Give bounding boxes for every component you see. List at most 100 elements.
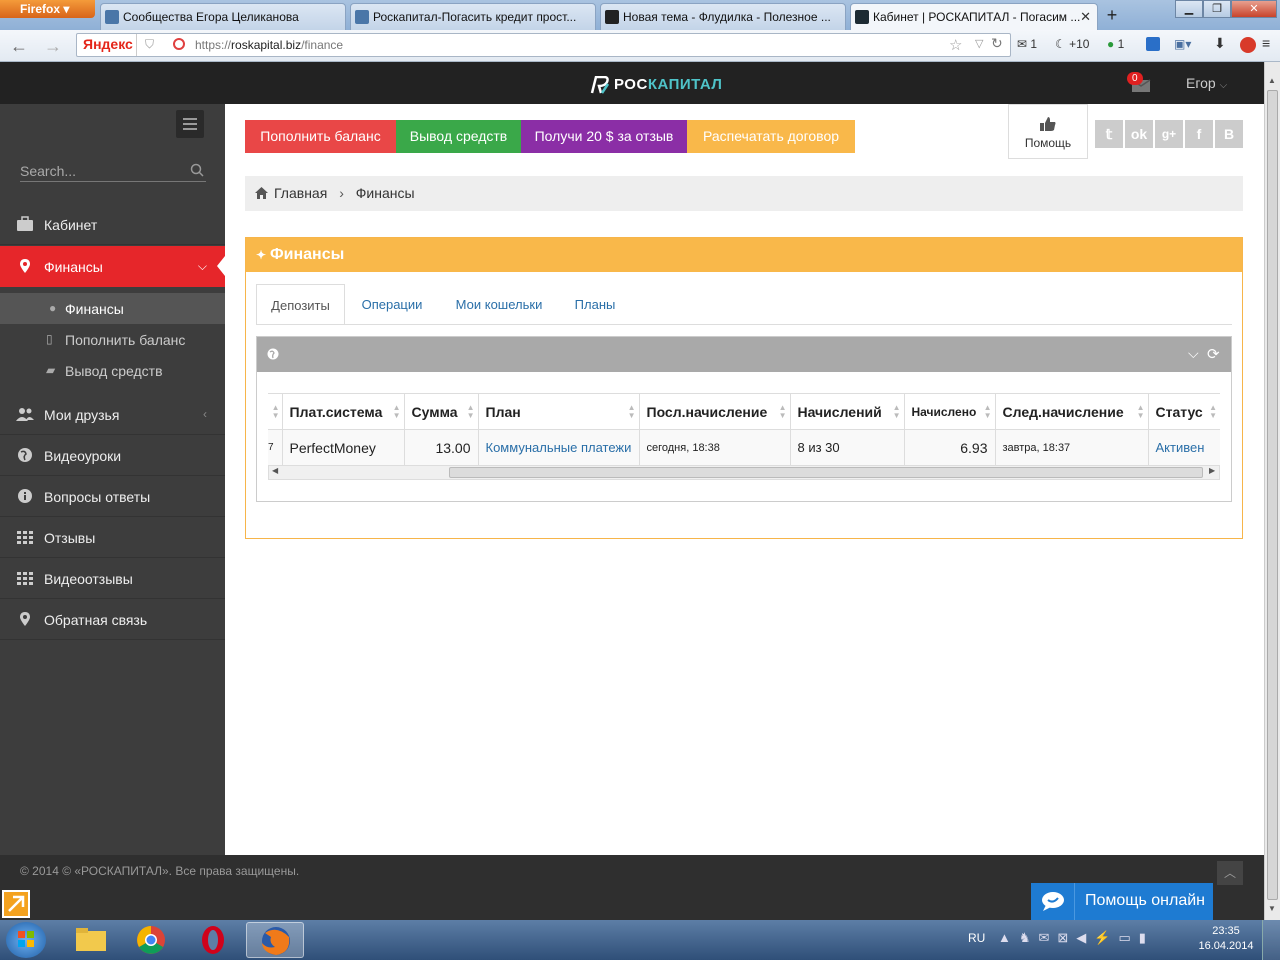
facebook-icon[interactable]: f xyxy=(1185,120,1213,148)
print-contract-button[interactable]: Распечатать договор xyxy=(687,120,855,153)
scroll-up-arrow-icon[interactable]: ▲ xyxy=(1268,76,1276,85)
panel-header: ✦ Финансы xyxy=(246,238,1242,272)
scrollbar-thumb[interactable] xyxy=(449,467,1203,478)
column-header-plan[interactable]: План ▲ ▼ xyxy=(477,393,640,430)
firefox-menu-button[interactable]: Firefox ▾ xyxy=(0,0,95,18)
back-arrow-icon[interactable]: ← xyxy=(10,36,28,57)
column-header-accruals-count[interactable]: Начислений ▲ ▼ xyxy=(789,393,905,430)
scroll-left-arrow-icon[interactable]: ◀ xyxy=(272,466,278,475)
sidebar-toggle-button[interactable] xyxy=(176,110,204,138)
cell-accruals-count: 8 из 30 xyxy=(789,429,905,466)
scroll-right-arrow-icon[interactable]: ▶ xyxy=(1209,466,1215,475)
user-menu[interactable]: Егор ⌵ xyxy=(1186,75,1227,91)
weather-icon[interactable]: ☾ +10 xyxy=(1055,37,1089,51)
downloads-icon[interactable]: ⬇ xyxy=(1214,35,1226,52)
close-window-button[interactable]: ✕ xyxy=(1231,0,1277,18)
address-bar[interactable]: Яндекс ⛉ https://roskapital.biz/finance … xyxy=(76,33,1011,57)
site-logo[interactable]: РОСКАПИТАЛ xyxy=(590,76,722,94)
notification-count-badge: 0 xyxy=(1127,72,1143,85)
firefox-taskbar-icon[interactable] xyxy=(246,922,304,958)
sidebar-item-label: Вопросы ответы xyxy=(44,489,151,505)
collapse-chevron-icon[interactable]: ⌵ xyxy=(1188,345,1199,362)
scrollbar-thumb[interactable] xyxy=(1267,90,1278,900)
scroll-to-top-button[interactable]: ︿ xyxy=(1217,861,1243,885)
opera-taskbar-icon[interactable] xyxy=(184,922,242,958)
column-header-amount[interactable]: Сумма ▲ ▼ xyxy=(403,393,479,430)
sidebar-subitem-topup[interactable]: ▯ Пополнить баланс xyxy=(0,324,225,355)
tab-plans[interactable]: Планы xyxy=(564,284,626,325)
sort-icon: ▲ ▼ xyxy=(466,403,475,420)
logo-text-part2: КАПИТАЛ xyxy=(647,76,723,93)
twitter-icon[interactable]: 𝕥 xyxy=(1095,120,1123,148)
page-vertical-scrollbar[interactable]: ▲ ▼ xyxy=(1264,62,1280,920)
help-online-button[interactable]: Помощь онлайн xyxy=(1031,883,1213,920)
system-clock[interactable]: 23:35 16.04.2014 xyxy=(1196,924,1256,954)
copyright-text: © 2014 © «РОСКАПИТАЛ». Все права защищен… xyxy=(20,864,300,878)
tab-operations[interactable]: Операции xyxy=(352,284,432,325)
sidebar-item-reviews[interactable]: Отзывы xyxy=(0,517,225,558)
review-bonus-button[interactable]: Получи 20 $ за отзыв xyxy=(521,120,687,153)
extension-badge-icon[interactable]: ● 1 xyxy=(1107,37,1124,51)
menu-icon[interactable]: ≡ xyxy=(1262,35,1270,51)
odnoklassniki-icon[interactable]: ok xyxy=(1125,120,1153,148)
sidebar-item-cabinet[interactable]: Кабинет xyxy=(0,204,225,245)
system-tray-icons[interactable]: ▲♞✉⊠◀⚡▭▮ xyxy=(998,930,1154,946)
column-header-last-accrual[interactable]: Посл.начисление ▲ ▼ xyxy=(638,393,791,430)
column-header-status[interactable]: Статус ▲ ▼ xyxy=(1147,393,1220,430)
sort-icon: ▲ ▼ xyxy=(627,403,636,420)
sidebar-item-label: Мои друзья xyxy=(44,407,120,423)
maximize-window-button[interactable]: ❐ xyxy=(1203,0,1231,18)
search-icon[interactable] xyxy=(190,163,204,177)
browser-tab-1[interactable]: Сообщества Егора Целиканова xyxy=(100,3,346,30)
bookmarks-icon[interactable]: ▣▾ xyxy=(1174,37,1191,51)
bookmark-star-icon[interactable]: ☆ xyxy=(949,36,962,54)
dropdown-icon[interactable]: ▽ xyxy=(975,37,983,50)
help-button[interactable]: Помощь xyxy=(1008,104,1088,159)
sidebar-item-finance[interactable]: Финансы ⌵ xyxy=(0,246,225,287)
adblock-icon[interactable] xyxy=(1240,37,1256,53)
sidebar-subitem-withdraw[interactable]: ▰ Вывод средств xyxy=(0,355,225,386)
column-header-accrued[interactable]: Начислено ▲ ▼ xyxy=(903,393,996,430)
resize-corner-icon[interactable] xyxy=(2,890,30,918)
sidebar-item-videolessons[interactable]: Видеоуроки xyxy=(0,435,225,476)
show-desktop-button[interactable] xyxy=(1262,920,1280,960)
skype-icon[interactable] xyxy=(1146,37,1160,51)
sidebar-subitem-finance[interactable]: ● Финансы xyxy=(0,293,225,324)
start-button[interactable] xyxy=(6,922,46,958)
vk-icon[interactable]: B xyxy=(1215,120,1243,148)
tab-deposits[interactable]: Депозиты xyxy=(256,284,345,325)
topup-button[interactable]: Пополнить баланс xyxy=(245,120,396,153)
withdraw-button[interactable]: Вывод средств xyxy=(396,120,521,153)
sidebar-item-feedback[interactable]: Обратная связь xyxy=(0,599,225,640)
forward-arrow-icon[interactable]: → xyxy=(44,36,62,57)
scroll-down-arrow-icon[interactable]: ▼ xyxy=(1268,904,1276,913)
cell-plan-link[interactable]: Коммунальные платежи xyxy=(477,429,640,466)
column-header-system[interactable]: Плат.система ▲ ▼ xyxy=(281,393,405,430)
sidebar-item-friends[interactable]: Мои друзья ‹ xyxy=(0,394,225,435)
cell-accrued: 6.93 xyxy=(903,429,996,466)
breadcrumb-home-link[interactable]: Главная xyxy=(274,185,327,201)
url-path: /finance xyxy=(301,38,344,52)
close-tab-icon[interactable]: ✕ xyxy=(1080,9,1091,25)
table-row[interactable]: 7 PerfectMoney 13.00 Коммунальные платеж… xyxy=(268,429,1220,466)
explorer-taskbar-icon[interactable] xyxy=(62,922,120,958)
mail-icon[interactable]: ✉ 1 xyxy=(1017,37,1037,51)
chrome-taskbar-icon[interactable] xyxy=(122,922,180,958)
language-indicator[interactable]: RU xyxy=(968,931,985,945)
reload-icon[interactable]: ↻ xyxy=(991,35,1003,52)
new-tab-button[interactable]: + xyxy=(1100,4,1124,28)
site-identity-icon[interactable] xyxy=(173,38,185,50)
browser-tab-3[interactable]: Новая тема - Флудилка - Полезное ... xyxy=(600,3,846,30)
breadcrumb-separator-icon: › xyxy=(339,185,344,201)
google-plus-icon[interactable]: g+ xyxy=(1155,120,1183,148)
table-horizontal-scrollbar[interactable]: ◀ ▶ xyxy=(268,465,1220,480)
browser-tab-4-active[interactable]: Кабинет | РОСКАПИТАЛ - Погасим ... ✕ xyxy=(850,3,1098,31)
sidebar-search-input[interactable]: Search... xyxy=(20,158,206,182)
sidebar-item-faq[interactable]: Вопросы ответы xyxy=(0,476,225,517)
tab-wallets[interactable]: Мои кошельки xyxy=(444,284,554,325)
refresh-icon[interactable]: ⟳ xyxy=(1207,345,1220,363)
sidebar-item-videoreviews[interactable]: Видеоотзывы xyxy=(0,558,225,599)
minimize-window-button[interactable]: ▁ xyxy=(1175,0,1203,18)
column-header-next-accrual[interactable]: След.начисление ▲ ▼ xyxy=(994,393,1149,430)
browser-tab-2[interactable]: Роскапитал-Погасить кредит прост... xyxy=(350,3,596,30)
